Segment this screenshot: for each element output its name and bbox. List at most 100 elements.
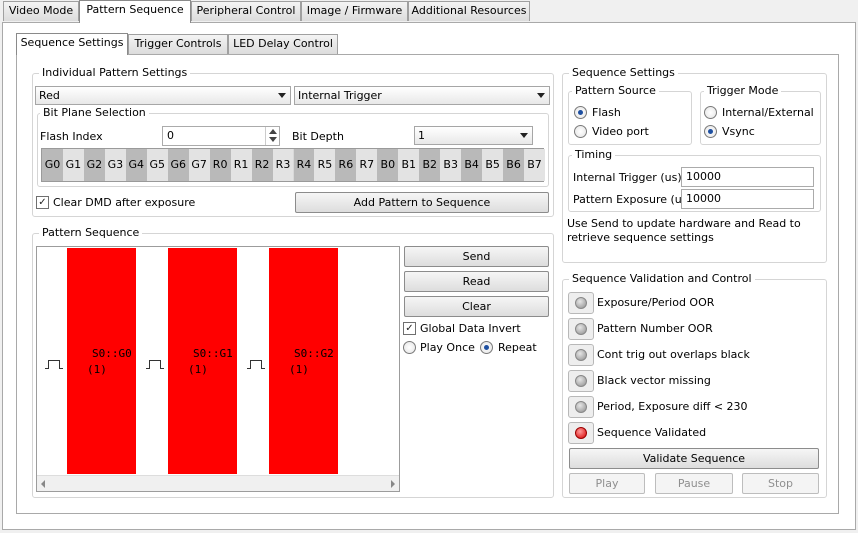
bit-plane-b7[interactable]: B7 [524,149,545,181]
video-port-label: Video port [592,125,649,138]
send-button[interactable]: Send [404,246,549,267]
bit-plane-b0[interactable]: B0 [377,149,399,181]
bit-plane-r1[interactable]: R1 [230,149,252,181]
bit-plane-g5[interactable]: G5 [146,149,168,181]
tab-image-firmware[interactable]: Image / Firmware [301,1,408,21]
pattern-sequence-title: Pattern Sequence [39,226,143,240]
scroll-left-icon[interactable] [41,480,45,488]
pattern-count: (1) [87,363,107,376]
flash-label: Flash [592,106,621,119]
tab-led-delay-control[interactable]: LED Delay Control [228,34,338,54]
pattern-name: S0::G0 [92,347,132,360]
tab-additional-resources[interactable]: Additional Resources [408,1,530,21]
tab-sequence-settings[interactable]: Sequence Settings [16,33,128,55]
trigger-pulse-icon [45,360,63,369]
vsync-label: Vsync [722,125,755,138]
chevron-down-icon [278,93,286,98]
internal-trigger-input[interactable]: 10000 [681,167,814,187]
trigger-mode-title: Trigger Mode [704,84,782,98]
bit-plane-selection-title: Bit Plane Selection [40,106,149,120]
spinner-up-icon[interactable] [269,129,277,134]
led-dot-icon [575,349,587,361]
pattern-count: (1) [289,363,309,376]
bit-plane-b4[interactable]: B4 [461,149,483,181]
global-invert-label: Global Data Invert [420,322,521,335]
vsync-radio[interactable] [704,125,717,138]
bit-plane-r6[interactable]: R6 [335,149,357,181]
status-led-icon [568,292,594,314]
internal-external-radio[interactable] [704,106,717,119]
pattern-name: S0::G2 [294,347,334,360]
video-port-radio[interactable] [574,125,587,138]
pattern-block[interactable] [67,248,136,474]
bit-plane-r5[interactable]: R5 [314,149,336,181]
internal-external-label: Internal/External [722,106,814,119]
pattern-source-title: Pattern Source [572,84,659,98]
internal-trigger-label: Internal Trigger (us) [573,171,682,184]
pattern-name: S0::G1 [193,347,233,360]
bit-plane-r3[interactable]: R3 [272,149,294,181]
bit-plane-r0[interactable]: R0 [209,149,231,181]
play-once-radio[interactable] [403,341,416,354]
flash-radio[interactable] [574,106,587,119]
play-once-label: Play Once [420,341,475,354]
status-led-icon [568,422,594,444]
bit-plane-g4[interactable]: G4 [125,149,147,181]
bit-plane-b5[interactable]: B5 [482,149,504,181]
flash-index-input[interactable]: 0 [162,126,280,146]
internal-trigger-value: 10000 [686,170,721,183]
pattern-block[interactable] [168,248,237,474]
bit-plane-r4[interactable]: R4 [293,149,315,181]
repeat-radio[interactable] [480,341,493,354]
bit-plane-r2[interactable]: R2 [251,149,273,181]
trigger-pulse-icon [146,360,164,369]
global-invert-checkbox[interactable]: ✓ [403,322,416,335]
add-pattern-button[interactable]: Add Pattern to Sequence [295,192,549,213]
scroll-right-icon[interactable] [391,480,395,488]
bit-plane-b1[interactable]: B1 [398,149,420,181]
led-dot-icon [575,323,587,335]
pattern-exposure-input[interactable]: 10000 [681,189,814,209]
bit-plane-r7[interactable]: R7 [356,149,378,181]
tab-peripheral-control[interactable]: Peripheral Control [191,1,301,21]
clear-dmd-checkbox[interactable]: ✓ [36,196,49,209]
trigger-select-value: Internal Trigger [298,89,382,102]
sequence-settings-note: Use Send to update hardware and Read to … [567,217,801,244]
tab-pattern-sequence[interactable]: Pattern Sequence [79,0,191,23]
validation-label: Pattern Number OOR [597,322,713,335]
pattern-block[interactable] [269,248,338,474]
repeat-label: Repeat [498,341,537,354]
clear-button[interactable]: Clear [404,296,549,317]
trigger-select[interactable]: Internal Trigger [294,86,550,105]
bit-plane-g0[interactable]: G0 [42,149,63,181]
bit-plane-b6[interactable]: B6 [503,149,525,181]
timing-title: Timing [572,148,616,162]
tab-trigger-controls[interactable]: Trigger Controls [128,34,228,54]
bit-plane-g7[interactable]: G7 [188,149,210,181]
clear-dmd-label: Clear DMD after exposure [53,196,196,209]
status-led-icon [568,344,594,366]
flash-index-spinner[interactable] [265,127,279,145]
led-dot-icon [575,401,587,413]
read-button[interactable]: Read [404,271,549,292]
bit-plane-b3[interactable]: B3 [440,149,462,181]
bit-plane-g2[interactable]: G2 [83,149,105,181]
bit-depth-select[interactable]: 1 [414,126,533,145]
bit-plane-b2[interactable]: B2 [419,149,441,181]
validation-label: Cont trig out overlaps black [597,348,750,361]
bit-plane-g6[interactable]: G6 [167,149,189,181]
pattern-count: (1) [188,363,208,376]
flash-index-value: 0 [167,129,174,142]
flash-index-label: Flash Index [40,130,103,143]
pause-button[interactable]: Pause [655,473,733,494]
bit-plane-g3[interactable]: G3 [104,149,126,181]
horizontal-scrollbar[interactable] [37,475,399,491]
stop-button[interactable]: Stop [742,473,819,494]
tab-video-mode[interactable]: Video Mode [3,1,79,21]
validate-sequence-button[interactable]: Validate Sequence [569,448,819,469]
play-button[interactable]: Play [569,473,645,494]
spinner-down-icon[interactable] [269,137,277,142]
validation-title: Sequence Validation and Control [569,272,755,286]
bit-plane-g1[interactable]: G1 [62,149,84,181]
color-select[interactable]: Red [35,86,291,105]
